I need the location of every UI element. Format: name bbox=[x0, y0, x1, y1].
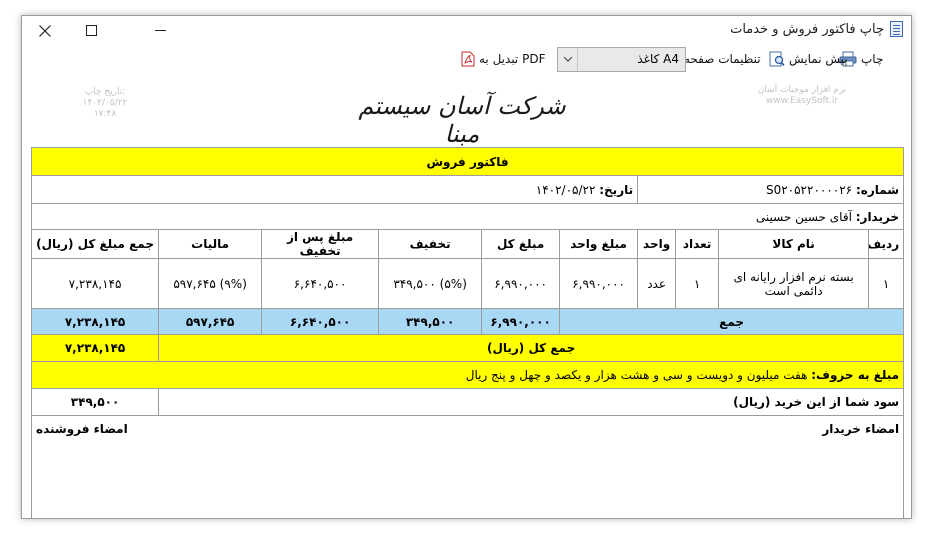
grand-total-label: جمع کل (ریال) bbox=[158, 334, 905, 362]
print-preview-window: چاپ فاکتور فروش و خدمات چاپ پیش نمایش تن… bbox=[21, 15, 912, 519]
sum-grand-total: ۷,۲۳۸,۱۴۵ bbox=[30, 308, 160, 335]
after-discount: ۶,۶۴۰,۵۰۰ bbox=[261, 258, 380, 309]
buyer-cell: خریدار: آقای حسین حسینی bbox=[30, 203, 905, 230]
pdf-icon bbox=[461, 51, 475, 67]
print-label: چاپ bbox=[861, 52, 884, 66]
toolbar: چاپ پیش نمایش تنظیمات صفحه کاغذ A4 تبدیل… bbox=[22, 47, 911, 72]
pdf-label: تبدیل به PDF bbox=[479, 52, 546, 66]
col-header-item-name: نام کالا bbox=[718, 229, 870, 259]
col-header-discount: تخفیف bbox=[378, 229, 483, 259]
amount-in-words-row: مبلغ به حروف: هفت میلیون و دویست و سی و … bbox=[30, 361, 905, 389]
table-row: ۱ بسته نرم افزار رایانه ای دائمی است ۱ ع… bbox=[30, 258, 905, 309]
invoice-date: ۱۴۰۲/۰۵/۲۲ bbox=[535, 182, 596, 197]
col-header-tax: مالیات bbox=[158, 229, 263, 259]
maximize-button[interactable] bbox=[68, 16, 114, 45]
invoice-number: S0۲۰۵۲۲۰۰۰۰۲۶ bbox=[765, 182, 853, 197]
window-title: چاپ فاکتور فروش و خدمات bbox=[730, 21, 884, 37]
profit-row: سود شما از این خرید (ریال) ۳۴۹,۵۰۰ bbox=[30, 388, 905, 416]
sum-tax: ۵۹۷,۶۴۵ bbox=[158, 308, 263, 335]
amount-in-words-label: مبلغ به حروف: bbox=[811, 368, 900, 382]
page-setup-label: تنظیمات صفحه bbox=[684, 52, 761, 66]
grand-total: ۷,۲۳۸,۱۴۵ bbox=[30, 258, 160, 309]
buyer-name: آقای حسین حسینی bbox=[755, 209, 852, 224]
amount-in-words: هفت میلیون و دویست و سی و هشت هزار و یکص… bbox=[465, 368, 808, 382]
col-header-unit-price: مبلغ واحد bbox=[559, 229, 639, 259]
chevron-down-icon bbox=[558, 48, 578, 71]
discount: (۵%) ۳۴۹,۵۰۰ bbox=[378, 258, 483, 309]
col-header-after-discount: مبلغ پس از تخفیف bbox=[261, 229, 380, 259]
unit: عدد bbox=[637, 258, 677, 309]
sum-discount: ۳۴۹,۵۰۰ bbox=[378, 308, 483, 335]
signature-row: امضاء خریدار امضاء فروشنده bbox=[30, 415, 905, 519]
software-watermark: نرم افزار موجبات آسان www.EasySoft.ir bbox=[722, 85, 882, 107]
invoice-date-cell: تاریخ: ۱۴۰۲/۰۵/۲۲ bbox=[30, 175, 639, 204]
document-icon bbox=[890, 21, 903, 37]
minimize-icon bbox=[154, 30, 166, 31]
profit-label: سود شما از این خرید (ریال) bbox=[158, 388, 905, 416]
preview-label: پیش نمایش bbox=[789, 52, 848, 66]
col-header-row-number: ردیف bbox=[868, 229, 905, 259]
print-time: ۱۷:۴۸ bbox=[93, 109, 117, 119]
paper-size-select[interactable]: کاغذ A4 bbox=[557, 47, 686, 72]
line-total: ۶,۹۹۰,۰۰۰ bbox=[481, 258, 561, 309]
buyer-signature-label: امضاء خریدار bbox=[822, 422, 900, 436]
preview-magnifier-icon bbox=[769, 51, 785, 67]
watermark-software-name: نرم افزار موجبات آسان bbox=[757, 85, 847, 95]
col-header-quantity: تعداد bbox=[675, 229, 720, 259]
close-button[interactable] bbox=[22, 16, 68, 45]
close-icon bbox=[39, 24, 51, 37]
paper-size-value: کاغذ A4 bbox=[637, 52, 679, 66]
amount-in-words-cell: مبلغ به حروف: هفت میلیون و دویست و سی و … bbox=[30, 361, 905, 389]
grand-total-row: جمع کل (ریال) ۷,۲۳۸,۱۴۵ bbox=[30, 334, 905, 362]
title-wrap: چاپ فاکتور فروش و خدمات bbox=[730, 21, 903, 37]
sum-total: ۶,۹۹۰,۰۰۰ bbox=[481, 308, 561, 335]
invoice-date-label: تاریخ: bbox=[599, 182, 634, 197]
company-name: شرکت آسان سیستم مبنا bbox=[358, 92, 566, 148]
tax: (۹%) ۵۹۷,۶۴۵ bbox=[158, 258, 263, 309]
unit-price: ۶,۹۹۰,۰۰۰ bbox=[559, 258, 639, 309]
column-header-row: ردیف نام کالا تعداد واحد مبلغ واحد مبلغ … bbox=[30, 229, 905, 259]
col-header-total: مبلغ کل bbox=[481, 229, 561, 259]
buyer-label: خریدار: bbox=[855, 209, 900, 224]
print-date: ۱۴۰۲/۰۵/۲۲ bbox=[82, 98, 128, 108]
grand-total-value: ۷,۲۳۸,۱۴۵ bbox=[30, 334, 160, 362]
col-header-grand-total: جمع مبلغ کل (ریال) bbox=[30, 229, 160, 259]
quantity: ۱ bbox=[675, 258, 720, 309]
invoice-number-cell: شماره: S0۲۰۵۲۲۰۰۰۰۲۶ bbox=[637, 175, 905, 204]
seller-signature-label: امضاء فروشنده bbox=[36, 422, 128, 436]
invoice-title: فاکتور فروش bbox=[30, 147, 905, 176]
report-header: تاریخ چاپ: ۱۴۰۲/۰۵/۲۲ ۱۷:۴۸ شرکت آسان سی… bbox=[22, 72, 911, 148]
convert-to-pdf-button[interactable]: تبدیل به PDF bbox=[461, 47, 545, 71]
print-date-watermark: تاریخ چاپ: ۱۴۰۲/۰۵/۲۲ ۱۷:۴۸ bbox=[60, 87, 150, 120]
signature-labels: امضاء خریدار امضاء فروشنده bbox=[36, 422, 899, 436]
maximize-icon bbox=[85, 25, 97, 36]
item-name: بسته نرم افزار رایانه ای دائمی است bbox=[718, 258, 870, 309]
invoice-number-label: شماره: bbox=[855, 182, 900, 197]
signature-cell: امضاء خریدار امضاء فروشنده bbox=[30, 415, 905, 519]
profit-value: ۳۴۹,۵۰۰ bbox=[30, 388, 160, 416]
minimize-button[interactable] bbox=[137, 16, 183, 45]
sum-label: جمع bbox=[559, 308, 905, 335]
sum-after-discount: ۶,۶۴۰,۵۰۰ bbox=[261, 308, 380, 335]
title-bar: چاپ فاکتور فروش و خدمات bbox=[22, 16, 911, 45]
watermark-website: www.EasySoft.ir bbox=[765, 96, 839, 106]
print-date-label: تاریخ چاپ: bbox=[84, 87, 126, 97]
preview-button[interactable]: پیش نمایش bbox=[769, 47, 848, 71]
row-number: ۱ bbox=[868, 258, 905, 309]
sum-row: جمع ۶,۹۹۰,۰۰۰ ۳۴۹,۵۰۰ ۶,۶۴۰,۵۰۰ ۵۹۷,۶۴۵ … bbox=[30, 308, 905, 335]
col-header-unit: واحد bbox=[637, 229, 677, 259]
invoice-table: فاکتور فروش شماره: S0۲۰۵۲۲۰۰۰۰۲۶ تاریخ: … bbox=[30, 147, 905, 519]
